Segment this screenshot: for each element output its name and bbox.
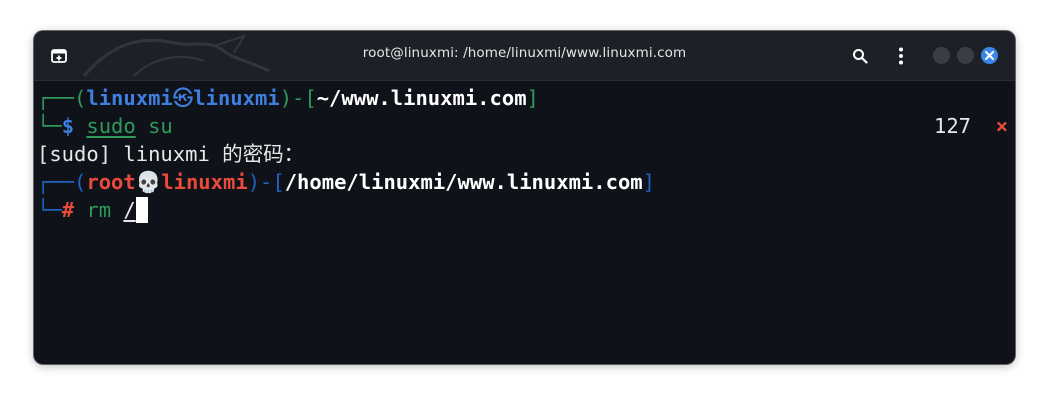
command-sudo: sudo	[86, 114, 136, 138]
prompt2-path: /home/linuxmi/www.linuxmi.com	[284, 170, 643, 194]
maximize-button[interactable]	[957, 47, 974, 64]
command-rm: rm	[86, 198, 112, 222]
exit-code: 127	[934, 114, 972, 138]
exit-status: 127 ×	[934, 112, 1008, 140]
vertical-dots-icon[interactable]	[890, 45, 912, 67]
prompt2-bracket: )-[	[247, 170, 285, 194]
prompt2-command-line: └─# rm /	[37, 196, 148, 224]
title-bar[interactable]: root@linuxmi: /home/linuxmi/www.linuxmi.…	[34, 31, 1015, 81]
prompt2-bracket-close: ]	[642, 170, 655, 194]
command-arg-root: /	[123, 198, 136, 222]
command-arg-su: su	[148, 114, 173, 138]
terminal-output[interactable]: ┌──(linuxmi㉿linuxmi)-[~/www.linuxmi.com]…	[34, 81, 1015, 364]
close-icon	[985, 51, 994, 60]
prompt2-user: root	[86, 170, 136, 194]
prompt1-corner: ┌──(	[37, 86, 87, 110]
skull-icon: 💀	[135, 170, 162, 194]
prompt1-dollar: $	[61, 114, 75, 138]
text-cursor	[135, 197, 148, 223]
prompt2-corner: ┌──(	[37, 170, 87, 194]
prompt1-corner-bottom: └─	[37, 114, 62, 138]
prompt1-header: ┌──(linuxmi㉿linuxmi)-[~/www.linuxmi.com]	[37, 84, 539, 112]
prompt1-user: linuxmi	[86, 86, 173, 110]
prompt2-corner-bottom: └─	[37, 198, 62, 222]
prompt1-bracket: )-[	[279, 86, 317, 110]
search-icon[interactable]	[849, 45, 871, 67]
prompt2-header: ┌──(root💀linuxmi)-[/home/linuxmi/www.lin…	[37, 168, 655, 196]
close-button[interactable]	[981, 47, 998, 64]
error-mark-icon: ×	[995, 114, 1009, 138]
prompt2-hash: #	[61, 198, 75, 222]
terminal-window: root@linuxmi: /home/linuxmi/www.linuxmi.…	[34, 31, 1015, 364]
prompt1-path: ~/www.linuxmi.com	[316, 86, 527, 110]
prompt1-command-line: └─$ sudo su	[37, 112, 173, 140]
prompt1-bracket-close: ]	[526, 86, 539, 110]
sudo-password-prompt: [sudo] linuxmi 的密码：	[37, 142, 305, 166]
prompt2-host: linuxmi	[161, 170, 248, 194]
prompt1-at-symbol: ㉿	[172, 86, 194, 110]
minimize-button[interactable]	[933, 47, 950, 64]
prompt1-host: linuxmi	[193, 86, 280, 110]
